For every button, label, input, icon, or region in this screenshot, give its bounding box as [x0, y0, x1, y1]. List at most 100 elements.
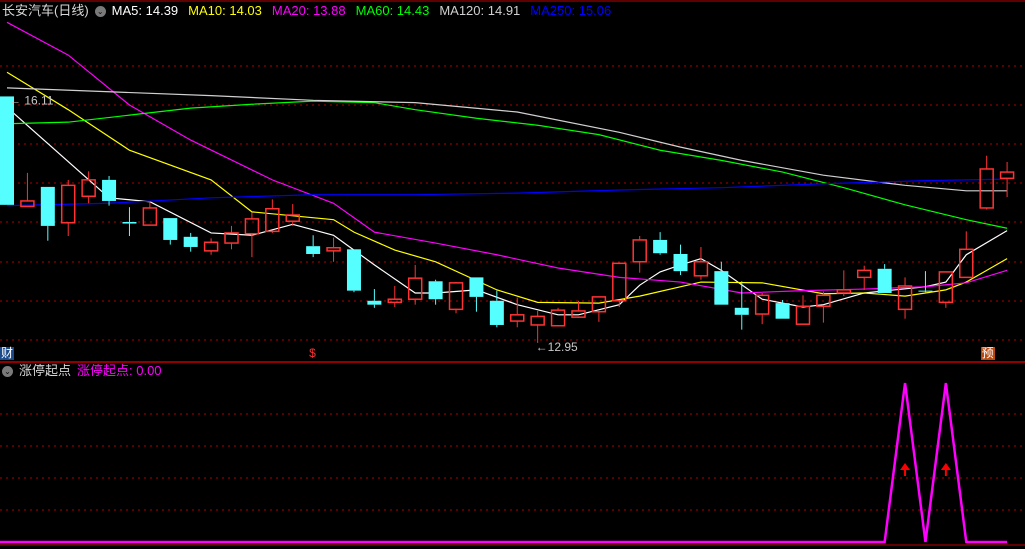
forecast-marker[interactable]: 预 [980, 347, 995, 360]
candle-body [510, 314, 525, 322]
low-price-label: ←12.95 [536, 340, 578, 354]
candle-body [102, 179, 117, 201]
ma20-label: MA20: 13.88 [271, 3, 346, 18]
candle-body [163, 218, 178, 240]
candle [367, 289, 382, 308]
candle-body [448, 282, 464, 311]
candlesticks [0, 96, 1015, 343]
candle [816, 291, 831, 323]
ma10-line [6, 71, 1008, 304]
ma250-label: MA250: 15.06 [530, 3, 612, 18]
ma120-label: MA120: 14.91 [439, 3, 521, 18]
candle [693, 246, 709, 280]
candle-body [714, 271, 729, 305]
candle [60, 179, 76, 237]
chevron-down-icon[interactable]: ⌄ [2, 365, 13, 377]
candle [795, 295, 811, 325]
indicator-name: 涨停起点 [19, 363, 72, 378]
candle [326, 237, 341, 262]
candle [265, 199, 280, 233]
ma10-label: MA10: 14.03 [188, 3, 262, 18]
candle [918, 271, 933, 293]
candle-body [693, 261, 709, 277]
candle-body [122, 222, 137, 224]
candle-body [754, 294, 770, 315]
candle [673, 244, 688, 276]
candle [877, 264, 892, 293]
candle [469, 277, 484, 312]
candle [163, 218, 178, 245]
candle [653, 232, 668, 255]
high-price-label: ← 16.11 [9, 93, 54, 107]
candle-body [918, 290, 933, 292]
candle-body [407, 277, 423, 300]
candle-body [469, 277, 484, 297]
ma60-label: MA60: 14.43 [355, 3, 430, 18]
candle-body [734, 307, 749, 315]
candle-body [775, 303, 790, 319]
candle [489, 290, 504, 328]
candle-body [367, 300, 382, 305]
candle [448, 282, 464, 314]
candle [632, 236, 647, 273]
ma5-label: MA5: 14.39 [111, 3, 179, 18]
candle-body [653, 239, 668, 254]
candle-body [346, 249, 361, 291]
arrow-head [900, 463, 911, 470]
ma20-line [6, 21, 1008, 294]
candle-body [183, 236, 198, 247]
candle-body [81, 179, 96, 198]
candle-body [0, 96, 14, 205]
candle-body [959, 248, 974, 279]
finance-marker[interactable]: 财 [0, 347, 15, 360]
signal-arrow-icon [940, 463, 951, 476]
candle-body [142, 207, 158, 226]
candle [346, 249, 361, 293]
dollar-marker[interactable]: $ [308, 347, 317, 360]
candle [775, 300, 790, 319]
indicator-panel [0, 382, 1008, 544]
candle-body [203, 241, 219, 252]
indicator-header: ⌄ 涨停起点 涨停起点: 0.00 [2, 363, 162, 379]
candle-body [306, 246, 321, 254]
candle-body [40, 186, 55, 226]
candle [224, 225, 239, 250]
candle [203, 238, 219, 255]
chevron-down-icon[interactable]: ⌄ [94, 5, 106, 17]
candle-body [428, 281, 443, 300]
indicator-value: 涨停起点: 0.00 [77, 363, 162, 378]
arrow-head [940, 463, 951, 470]
main-chart-header: 长安汽车(日线) ⌄ MA5: 14.39 MA10: 14.03 MA20: … [2, 3, 615, 19]
indicator-line [0, 382, 1008, 544]
candle [306, 235, 321, 258]
candle [754, 292, 770, 325]
candle [407, 264, 423, 305]
candle-body [795, 305, 811, 325]
candle-body [836, 289, 852, 294]
candle-body [632, 239, 647, 263]
candle-body [877, 268, 892, 293]
candle-body [550, 309, 566, 327]
candle [183, 232, 198, 252]
candle-body [999, 171, 1015, 180]
candle [285, 204, 300, 226]
candle-body [856, 269, 872, 279]
candle [0, 96, 14, 205]
candle [102, 175, 117, 206]
candle [122, 207, 137, 237]
candle [612, 262, 627, 308]
candle [897, 277, 913, 319]
candle-body [530, 315, 545, 326]
candle [550, 307, 566, 327]
kline-chart[interactable]: ← 16.11 ←12.95 [0, 0, 1025, 549]
candle [530, 310, 545, 343]
candle [387, 285, 403, 308]
candle-body [244, 218, 260, 235]
candle-body [612, 262, 627, 302]
stock-title: 长安汽车(日线) [2, 3, 89, 18]
candle-body [489, 300, 504, 325]
candle [856, 265, 872, 290]
candle [836, 270, 852, 297]
candle [510, 297, 525, 328]
signal-arrow-icon [900, 463, 911, 476]
